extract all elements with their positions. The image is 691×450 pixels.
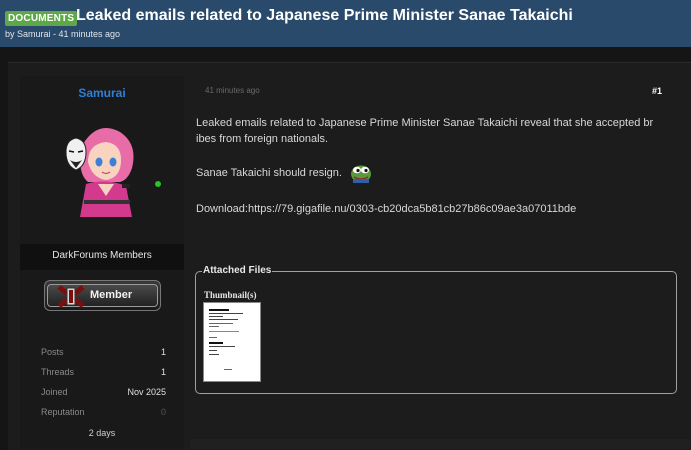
user-group: DarkForums Members [52,250,152,261]
rank-badge-inner: Member [47,284,158,308]
stat-label: Reputation [41,407,85,417]
attachments-legend: Attached Files [202,265,273,276]
stat-reputation: Reputation 0 [41,407,166,421]
stat-value[interactable]: 1 [161,367,166,377]
thread-header: DOCUMENTS Leaked emails related to Japan… [0,0,691,47]
attachments-box [195,271,677,394]
thumbnails-label: Thumbnail(s) [204,290,257,300]
pepe-icon [351,165,371,183]
category-tag[interactable]: DOCUMENTS [5,11,78,26]
stat-label: Posts [41,347,64,357]
attachment-thumbnail[interactable] [203,302,261,382]
thread-byline: by Samurai - 41 minutes ago [5,29,121,39]
stat-threads: Threads 1 [41,367,166,381]
stat-label: Threads [41,367,75,377]
post-body-line: Sanae Takaichi should resign. [196,167,342,179]
user-group-bar: DarkForums Members [20,244,184,270]
avatar[interactable] [58,122,148,217]
author-sidebar: Samurai DarkForums Members Member Posts … [20,76,184,449]
rank-emblem-icon [57,285,85,308]
thread-title: Leaked emails related to Japanese Prime … [76,7,573,24]
post-body-line: Leaked emails related to Japanese Prime … [196,117,654,129]
stat-joined: Joined Nov 2025 [41,387,166,401]
stat-value[interactable]: 1 [161,347,166,357]
stat-label: Joined [41,387,68,397]
rank-badge: Member [44,280,161,311]
stat-value[interactable]: 0 [161,407,166,417]
stat-value: Nov 2025 [127,387,166,397]
post-body-line: ibes from foreign nationals. [196,133,329,145]
last-seen: 2 days [88,428,116,438]
stat-posts: Posts 1 [41,347,166,361]
download-link[interactable]: Download:https://79.gigafile.nu/0303-cb2… [196,201,576,217]
online-status-icon [155,181,161,187]
author-username[interactable]: Samurai [20,86,184,100]
post-number[interactable]: #1 [652,86,662,96]
rank-badge-label: Member [90,289,133,301]
post-footer [190,439,691,449]
post-date: 41 minutes ago [205,86,260,95]
